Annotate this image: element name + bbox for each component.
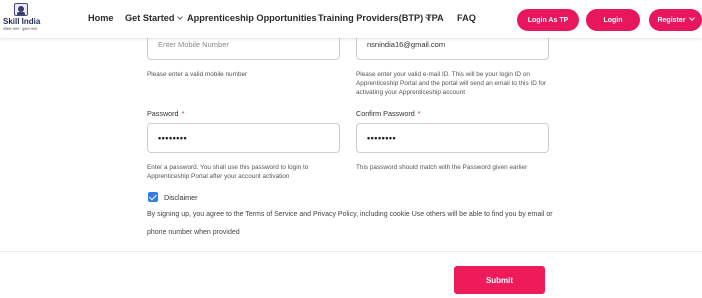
nav-tpa[interactable]: TPA [426, 13, 444, 23]
register-button[interactable]: Register [649, 9, 702, 31]
nav-get-started[interactable]: Get Started [125, 13, 183, 23]
divider [0, 251, 702, 252]
emblem-icon [14, 3, 28, 16]
disclaimer-label: Disclaimer [164, 193, 198, 202]
confirm-password-help-text: This password should match with the Pass… [356, 164, 528, 171]
nav-home[interactable]: Home [88, 13, 114, 23]
nav-training-providers[interactable]: Training Providers(BTP) [318, 13, 432, 23]
nav-apprenticeship-opportunities[interactable]: Apprenticeship Opportunities [187, 13, 317, 23]
chevron-down-icon [688, 15, 695, 21]
password-label: Password * [147, 109, 185, 118]
mobile-help-text: Please enter a valid mobile number [147, 71, 248, 78]
nav-faq[interactable]: FAQ [457, 13, 476, 23]
login-button[interactable]: Login [586, 9, 640, 31]
password-input[interactable]: •••••••• [147, 123, 340, 153]
password-help-text: Enter a password. You shall use this pas… [147, 164, 309, 180]
logo-title: Skill India [3, 17, 41, 26]
top-header: Skill India कौशल भारत - कुशल भारत Home G… [0, 0, 702, 38]
chevron-down-icon [176, 14, 183, 20]
skill-india-logo[interactable]: Skill India कौशल भारत - कुशल भारत [3, 3, 43, 35]
logo-subtitle: कौशल भारत - कुशल भारत [3, 27, 38, 31]
email-help-text: Please enter your valid e-mail ID. This … [356, 71, 547, 96]
disclaimer-checkbox[interactable] [148, 192, 158, 202]
login-as-tp-button[interactable]: Login As TP [517, 9, 579, 31]
confirm-password-label: Confirm Password * [356, 109, 421, 118]
confirm-password-input[interactable]: •••••••• [356, 123, 549, 153]
terms-text: By signing up, you agree to the Terms of… [147, 211, 553, 236]
submit-button[interactable]: Submit [454, 266, 545, 294]
